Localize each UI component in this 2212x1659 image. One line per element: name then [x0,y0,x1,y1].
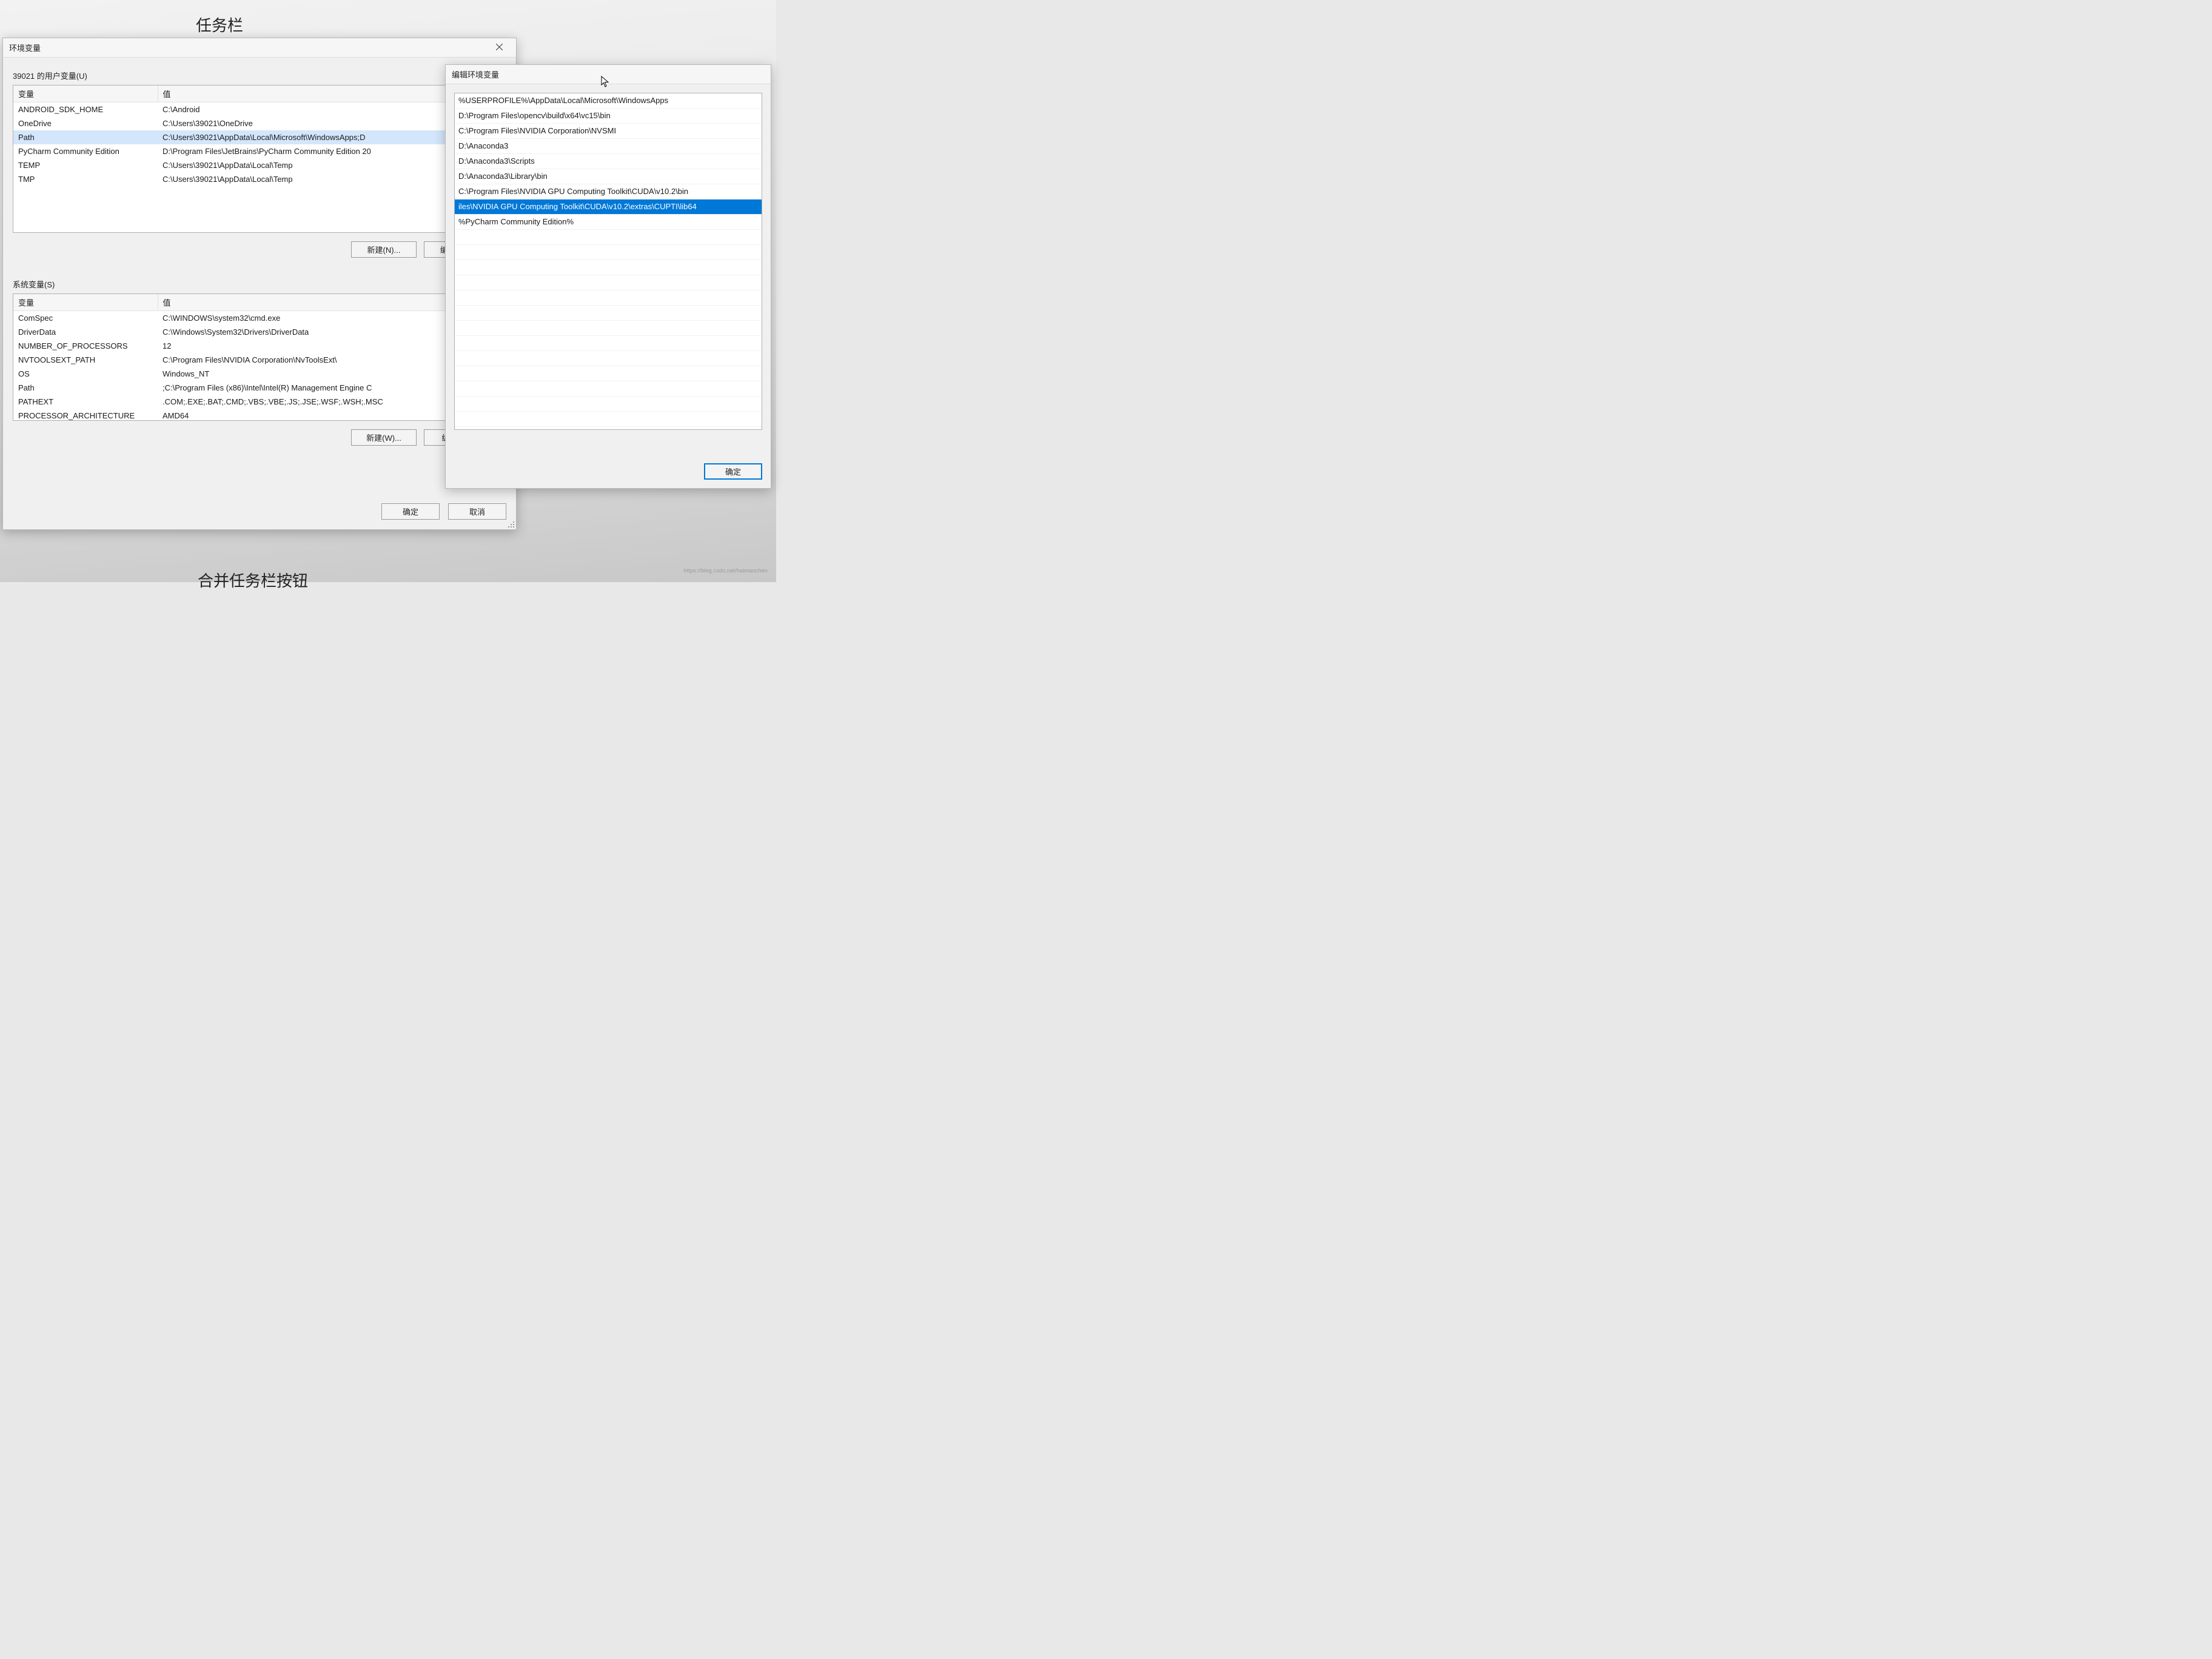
col-header-variable[interactable]: 变量 [13,294,158,311]
system-vars-label: 系统变量(S) [3,261,516,293]
var-name: NVTOOLSEXT_PATH [13,353,158,367]
cancel-button[interactable]: 取消 [448,503,506,520]
settings-heading-combine: 合并任务栏按钮 [198,569,308,591]
list-item-empty[interactable] [455,245,762,260]
var-name: ComSpec [13,311,158,326]
table-row[interactable]: PyCharm Community EditionD:\Program File… [13,144,506,158]
list-item[interactable]: C:\Program Files\NVIDIA Corporation\NVSM… [455,124,762,139]
var-name: PyCharm Community Edition [13,144,158,158]
edit-env-titlebar[interactable]: 编辑环境变量 [446,65,771,84]
env-vars-title: 环境变量 [9,42,41,53]
list-item-empty[interactable] [455,260,762,275]
table-row[interactable]: PATHEXT.COM;.EXE;.BAT;.CMD;.VBS;.VBE;.JS… [13,395,506,409]
list-item-empty[interactable] [455,306,762,321]
var-name: TMP [13,172,158,186]
list-item[interactable]: D:\Anaconda3 [455,139,762,154]
list-item[interactable]: iles\NVIDIA GPU Computing Toolkit\CUDA\v… [455,199,762,215]
ok-button[interactable]: 确定 [704,463,762,480]
list-item[interactable]: D:\Program Files\opencv\build\x64\vc15\b… [455,109,762,124]
watermark-text: https://blog.csdn.net/haimanchen [684,568,768,574]
edit-env-window: 编辑环境变量 %USERPROFILE%\AppData\Local\Micro… [445,64,771,489]
list-item-empty[interactable] [455,366,762,381]
env-vars-titlebar[interactable]: 环境变量 [3,38,516,58]
var-name: PATHEXT [13,395,158,409]
table-row[interactable]: TMPC:\Users\39021\AppData\Local\Temp [13,172,506,186]
list-item[interactable]: D:\Anaconda3\Library\bin [455,169,762,184]
table-row[interactable]: Path;C:\Program Files (x86)\Intel\Intel(… [13,381,506,395]
var-name: Path [13,130,158,144]
list-item-empty[interactable] [455,397,762,412]
col-header-variable[interactable]: 变量 [13,85,158,102]
list-item-empty[interactable] [455,351,762,366]
table-row[interactable]: DriverDataC:\Windows\System32\Drivers\Dr… [13,325,506,339]
resize-grip[interactable] [507,520,514,528]
system-vars-table[interactable]: 变量 值 ComSpecC:\WINDOWS\system32\cmd.exeD… [13,293,506,421]
table-row[interactable]: TEMPC:\Users\39021\AppData\Local\Temp [13,158,506,172]
var-name: Path [13,381,158,395]
list-item-empty[interactable] [455,427,762,430]
new-sys-var-button[interactable]: 新建(W)... [351,429,417,446]
list-item[interactable]: %USERPROFILE%\AppData\Local\Microsoft\Wi… [455,93,762,109]
list-item-empty[interactable] [455,290,762,306]
edit-env-title: 编辑环境变量 [452,69,499,80]
var-name: DriverData [13,325,158,339]
var-name: ANDROID_SDK_HOME [13,102,158,117]
table-row[interactable]: ComSpecC:\WINDOWS\system32\cmd.exe [13,311,506,326]
list-item[interactable]: D:\Anaconda3\Scripts [455,154,762,169]
list-item-empty[interactable] [455,412,762,427]
list-item-empty[interactable] [455,321,762,336]
list-item[interactable]: %PyCharm Community Edition% [455,215,762,230]
close-icon [496,43,503,52]
list-item-empty[interactable] [455,336,762,351]
table-row[interactable]: OSWindows_NT [13,367,506,381]
user-vars-table[interactable]: 变量 值 ANDROID_SDK_HOMEC:\AndroidOneDriveC… [13,85,506,233]
table-row[interactable]: ANDROID_SDK_HOMEC:\Android [13,102,506,117]
new-user-var-button[interactable]: 新建(N)... [351,241,417,258]
var-name: NUMBER_OF_PROCESSORS [13,339,158,353]
table-row[interactable]: OneDriveC:\Users\39021\OneDrive [13,116,506,130]
table-row[interactable]: NUMBER_OF_PROCESSORS12 [13,339,506,353]
table-row[interactable]: PROCESSOR_ARCHITECTUREAMD64 [13,409,506,421]
ok-button[interactable]: 确定 [381,503,440,520]
user-vars-label: 39021 的用户变量(U) [3,58,516,85]
var-name: OneDrive [13,116,158,130]
env-vars-window: 环境变量 39021 的用户变量(U) 变量 值 ANDROID_SDK_HOM… [2,38,517,530]
table-row[interactable]: NVTOOLSEXT_PATHC:\Program Files\NVIDIA C… [13,353,506,367]
list-item-empty[interactable] [455,381,762,397]
settings-heading-taskbar: 任务栏 [196,13,243,36]
path-entries-list[interactable]: %USERPROFILE%\AppData\Local\Microsoft\Wi… [454,93,762,430]
var-name: OS [13,367,158,381]
var-name: TEMP [13,158,158,172]
var-name: PROCESSOR_ARCHITECTURE [13,409,158,421]
list-item-empty[interactable] [455,275,762,290]
table-row[interactable]: PathC:\Users\39021\AppData\Local\Microso… [13,130,506,144]
close-button[interactable] [487,41,511,55]
list-item[interactable]: C:\Program Files\NVIDIA GPU Computing To… [455,184,762,199]
list-item-empty[interactable] [455,230,762,245]
